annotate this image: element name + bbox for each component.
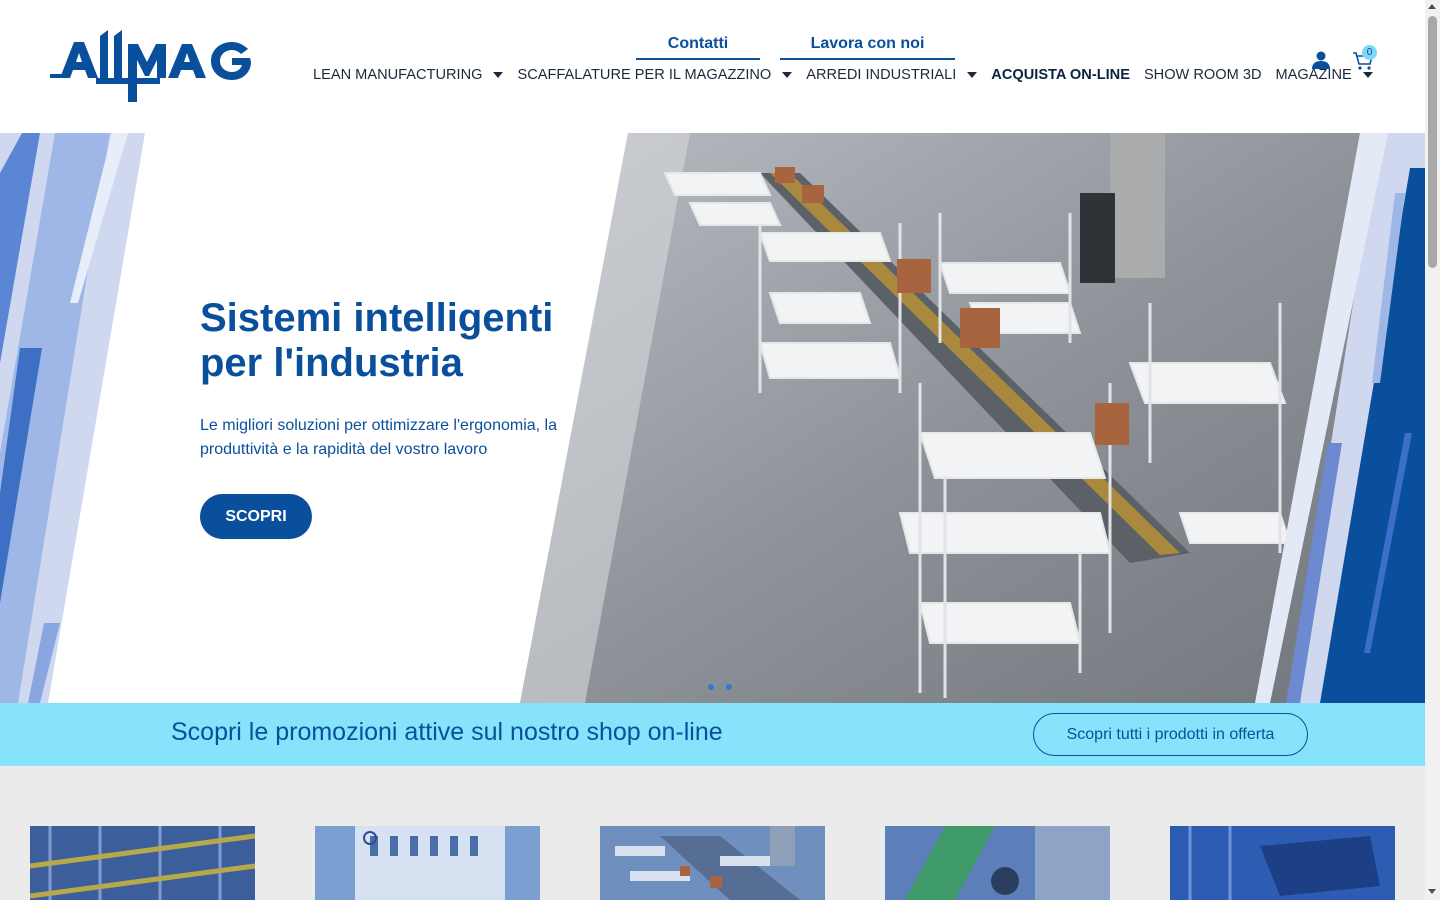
- slide-dot-2[interactable]: [726, 684, 732, 690]
- site-header: Contatti Lavora con noi LEAN MANUFACTURI…: [0, 0, 1425, 133]
- chevron-down-icon: [967, 72, 978, 78]
- scroll-up-arrow-icon[interactable]: [1428, 4, 1436, 9]
- scroll-down-arrow-icon[interactable]: [1428, 889, 1436, 894]
- nav-scaffalature[interactable]: SCAFFALATURE PER IL MAGAZZINO: [517, 67, 793, 83]
- scopri-button[interactable]: SCOPRI: [200, 494, 312, 539]
- nav-label: ACQUISTA ON-LINE: [991, 67, 1130, 83]
- category-warehouse-racking[interactable]: [30, 826, 255, 900]
- nav-acquista-online[interactable]: ACQUISTA ON-LINE: [991, 67, 1130, 83]
- user-icon[interactable]: [1311, 50, 1331, 70]
- category-strip: [0, 766, 1425, 900]
- nav-show-room-3d[interactable]: SHOW ROOM 3D: [1144, 67, 1262, 83]
- hero-title: Sistemi intelligenti per l'industria: [200, 296, 553, 386]
- nav-label: LEAN MANUFACTURING: [313, 67, 483, 83]
- cart-count-badge: 0: [1362, 45, 1377, 60]
- automation-image: [1170, 826, 1395, 900]
- hero-slider: Sistemi intelligenti per l'industria Le …: [0, 133, 1425, 703]
- contatti-link[interactable]: Contatti: [636, 34, 760, 60]
- promo-text: Scopri le promozioni attive sul nostro s…: [171, 718, 723, 746]
- category-lean-workstations[interactable]: [600, 826, 825, 900]
- promo-banner: Scopri le promozioni attive sul nostro s…: [0, 703, 1425, 766]
- offers-button[interactable]: Scopri tutti i prodotti in offerta: [1033, 713, 1308, 756]
- chevron-down-icon: [782, 72, 793, 78]
- slider-dots: [708, 684, 732, 690]
- lavora-con-noi-link[interactable]: Lavora con noi: [780, 34, 955, 60]
- hero-subtitle: Le migliori soluzioni per ottimizzare l'…: [200, 417, 557, 458]
- allmag-logo[interactable]: [50, 28, 252, 104]
- hero-title-line2: per l'industria: [200, 341, 463, 385]
- category-automation[interactable]: [1170, 826, 1395, 900]
- nav-label: SHOW ROOM 3D: [1143, 67, 1262, 83]
- nav-lean-manufacturing[interactable]: LEAN MANUFACTURING: [313, 67, 504, 83]
- nav-arredi-industriali[interactable]: ARREDI INDUSTRIALI: [806, 67, 978, 83]
- category-tool-panel[interactable]: [315, 826, 540, 900]
- nav-label: ARREDI INDUSTRIALI: [806, 67, 957, 83]
- main-nav: LEAN MANUFACTURING SCAFFALATURE PER IL M…: [313, 64, 1373, 86]
- hero-title-line1: Sistemi intelligenti: [200, 296, 554, 340]
- machine-image: [885, 826, 1110, 900]
- chevron-down-icon: [1362, 72, 1373, 78]
- nav-label: SCAFFALATURE PER IL MAGAZZINO: [517, 67, 772, 83]
- workstations-image: [600, 826, 825, 900]
- tool-panel-image: [315, 826, 540, 900]
- racking-image: [30, 826, 255, 900]
- top-links: Contatti Lavora con noi: [636, 34, 955, 60]
- slide-dot-1[interactable]: [708, 684, 714, 690]
- scroll-thumb[interactable]: [1428, 16, 1437, 268]
- page-scrollbar[interactable]: [1425, 0, 1440, 900]
- category-industrial-machine[interactable]: [885, 826, 1110, 900]
- chevron-down-icon: [493, 72, 504, 78]
